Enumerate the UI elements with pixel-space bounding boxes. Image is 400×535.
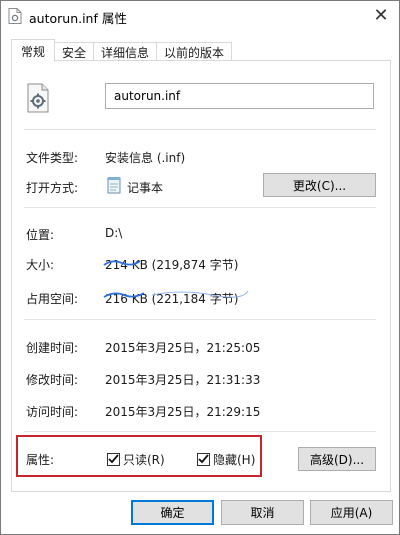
title-bar: autorun.inf 属性 ✕ bbox=[1, 1, 399, 31]
divider bbox=[24, 319, 376, 320]
tab-general[interactable]: 常规 bbox=[11, 39, 56, 62]
divider bbox=[24, 207, 376, 208]
apply-button[interactable]: 应用(A) bbox=[310, 500, 393, 525]
readonly-checkbox[interactable]: 只读(R) bbox=[107, 451, 165, 468]
properties-window: autorun.inf 属性 ✕ 常规 安全 详细信息 以前的版本 文件类型: … bbox=[0, 0, 400, 535]
accessed-value: 2015年3月25日，21:29:15 bbox=[105, 405, 261, 419]
notepad-icon bbox=[107, 177, 121, 194]
size-label: 大小: bbox=[26, 258, 55, 272]
location-label: 位置: bbox=[26, 228, 55, 242]
accessed-label: 访问时间: bbox=[26, 405, 79, 419]
general-panel: 文件类型: 安装信息 (.inf) 打开方式: 记事本 更改(C)... 位置:… bbox=[11, 60, 391, 492]
window-title: autorun.inf 属性 bbox=[29, 11, 127, 26]
location-value: D:\ bbox=[105, 226, 123, 240]
close-button[interactable]: ✕ bbox=[369, 4, 393, 26]
size-on-disk-label: 占用空间: bbox=[26, 292, 79, 306]
size-on-disk-value: 216 KB (221,184 字节) bbox=[105, 292, 239, 306]
open-with-value: 记事本 bbox=[127, 181, 164, 195]
tab-security[interactable]: 安全 bbox=[54, 42, 95, 62]
divider bbox=[24, 431, 376, 432]
size-value: 214 KB (219,874 字节) bbox=[105, 258, 239, 272]
tab-details[interactable]: 详细信息 bbox=[93, 42, 158, 62]
inf-file-icon bbox=[27, 83, 49, 113]
created-label: 创建时间: bbox=[26, 341, 79, 355]
hidden-checkbox[interactable]: 隐藏(H) bbox=[197, 451, 255, 468]
file-icon bbox=[8, 8, 22, 24]
divider bbox=[24, 129, 376, 130]
tab-previous-versions[interactable]: 以前的版本 bbox=[156, 42, 233, 62]
created-value: 2015年3月25日，21:25:05 bbox=[105, 341, 261, 355]
close-icon: ✕ bbox=[373, 4, 389, 26]
checkbox-box bbox=[197, 453, 210, 466]
modified-value: 2015年3月25日，21:31:33 bbox=[105, 373, 261, 387]
file-type-value: 安装信息 (.inf) bbox=[105, 151, 186, 165]
attributes-label: 属性: bbox=[26, 453, 55, 467]
tab-strip: 常规 安全 详细信息 以前的版本 bbox=[11, 39, 233, 62]
open-with-label: 打开方式: bbox=[26, 181, 79, 195]
cancel-button[interactable]: 取消 bbox=[221, 500, 304, 525]
checkmark-icon bbox=[198, 454, 209, 464]
change-button[interactable]: 更改(C)... bbox=[263, 173, 376, 197]
ok-button[interactable]: 确定 bbox=[131, 500, 214, 525]
file-name-input[interactable] bbox=[105, 83, 374, 109]
advanced-button[interactable]: 高级(D)... bbox=[298, 447, 376, 471]
modified-label: 修改时间: bbox=[26, 373, 79, 387]
checkmark-icon bbox=[108, 454, 119, 464]
file-type-label: 文件类型: bbox=[26, 151, 79, 165]
checkbox-box bbox=[107, 453, 120, 466]
